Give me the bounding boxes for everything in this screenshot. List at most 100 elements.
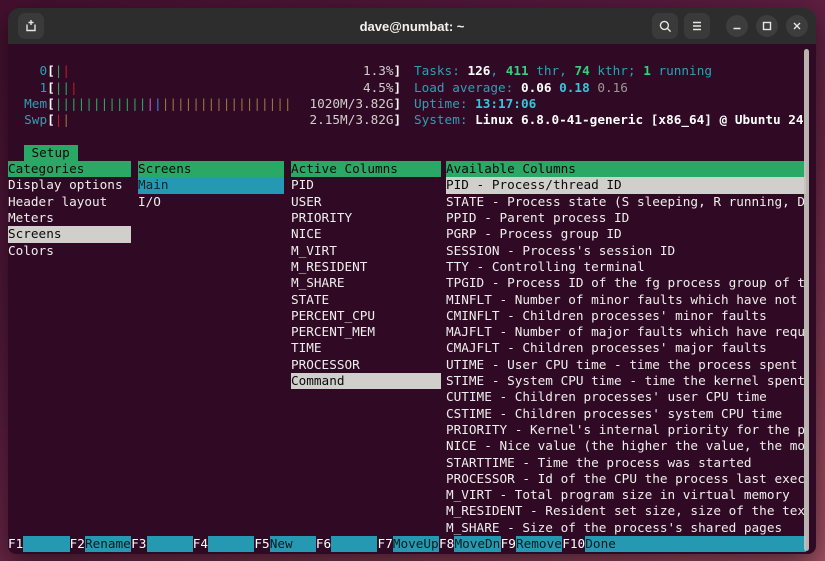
list-item-active-columns[interactable]: PROCESSOR [291, 357, 441, 373]
fnkey-action: MoveDn [454, 536, 501, 553]
fnkey-f10[interactable]: F10 Done [562, 536, 806, 553]
fnkey-action [23, 536, 70, 553]
fnkey-f9[interactable]: F9 Remove [500, 536, 563, 553]
function-key-bar: F1 F2 Rename F3 F4 F5 New F6 F7 MoveUp F8 MoveDn F9 R… [8, 536, 806, 553]
meter-label: Mem [24, 95, 48, 111]
list-item-available-columns[interactable]: MAJFLT - Number of major faults which ha… [446, 324, 806, 340]
list-item-available-columns[interactable]: CUTIME - Children processes' user CPU ti… [446, 389, 806, 405]
list-item-active-columns[interactable]: PERCENT_CPU [291, 308, 441, 324]
fnkey-f1[interactable]: F1 [8, 536, 70, 553]
list-item-active-columns[interactable]: NICE [291, 226, 441, 242]
meter-mem: Mem[||||||||||||||||||||||||||||||| 1020M… [24, 95, 402, 111]
hamburger-menu-icon [693, 21, 701, 31]
list-item-categories[interactable]: Colors [8, 243, 131, 259]
scrollbar[interactable] [804, 49, 809, 551]
list-item-categories[interactable]: Screens [8, 226, 131, 243]
list-item-available-columns[interactable]: PPID - Parent process ID [446, 210, 806, 226]
list-item-available-columns[interactable]: UTIME - User CPU time - time the process… [446, 357, 806, 373]
list-item-active-columns[interactable]: M_RESIDENT [291, 259, 441, 275]
list-item-available-columns[interactable]: PGRP - Process group ID [446, 226, 806, 242]
fnkey-label: F5 [254, 536, 270, 551]
list-item-active-columns[interactable]: M_SHARE [291, 275, 441, 291]
minimize-button[interactable] [726, 15, 748, 37]
panel-header-available-columns: Available Columns [446, 161, 806, 178]
fnkey-label: F9 [500, 536, 516, 551]
menu-button[interactable] [684, 13, 710, 39]
titlebar: dave@numbat: ~ [8, 8, 816, 45]
meter-label: 1 [39, 79, 48, 95]
list-item-available-columns[interactable]: MINFLT - Number of minor faults which ha… [446, 292, 806, 308]
fnkey-action [331, 536, 378, 553]
fnkey-action: Remove [516, 536, 563, 553]
list-item-screens[interactable]: I/O [138, 194, 284, 210]
list-item-available-columns[interactable]: TTY - Controlling terminal [446, 259, 806, 275]
fnkey-f7[interactable]: F7 MoveUp [377, 536, 440, 553]
list-item-available-columns[interactable]: SESSION - Process's session ID [446, 243, 806, 259]
close-button[interactable] [786, 15, 808, 37]
list-item-available-columns[interactable]: M_VIRT - Total program size in virtual m… [446, 487, 806, 503]
search-button[interactable] [652, 13, 678, 39]
list-item-available-columns[interactable]: STIME - System CPU time - time the kerne… [446, 373, 806, 389]
close-icon [793, 22, 801, 30]
meter-value: 4.5% [362, 79, 394, 95]
list-item-available-columns[interactable]: PID - Process/thread ID [446, 177, 806, 194]
list-item-available-columns[interactable]: M_RESIDENT - Resident set size, size of … [446, 503, 806, 519]
list-item-available-columns[interactable]: STATE - Process state (S sleeping, R run… [446, 194, 806, 210]
meter-value: 1020M/3.82G [309, 95, 394, 111]
list-item-available-columns[interactable]: STARTTIME - Time the process was started [446, 455, 806, 471]
meter-bar-ticks: || [54, 63, 71, 79]
panel-header-categories: Categories [8, 161, 131, 178]
fnkey-label: F7 [377, 536, 393, 551]
fnkey-label: F1 [8, 536, 24, 551]
list-item-available-columns[interactable]: CSTIME - Children processes' system CPU … [446, 406, 806, 422]
list-item-active-columns[interactable]: PID [291, 177, 441, 193]
list-item-available-columns[interactable]: CMINFLT - Children processes' minor faul… [446, 308, 806, 324]
fnkey-f4[interactable]: F4 [193, 536, 255, 553]
list-item-categories[interactable]: Display options [8, 177, 131, 193]
tasks-line: Tasks: 126, 411 thr, 74 kthr; 1 running [414, 63, 712, 79]
list-item-categories[interactable]: Meters [8, 210, 131, 226]
terminal-content: 0[|| 1.3%] 1[||| 4.5%] Mem[|||||||||||||||||… [8, 44, 816, 554]
fnkey-label: F6 [315, 536, 332, 551]
search-icon [659, 20, 671, 32]
list-item-active-columns[interactable]: PERCENT_MEM [291, 324, 441, 340]
meter-bar-ticks: || [54, 112, 71, 128]
fnkey-f6[interactable]: F6 [315, 536, 378, 553]
maximize-icon [762, 21, 772, 31]
list-item-active-columns[interactable]: PRIORITY [291, 210, 441, 226]
meter-value: 1.3% [362, 63, 394, 79]
list-item-categories[interactable]: Header layout [8, 194, 131, 210]
list-item-active-columns[interactable]: Command [291, 373, 441, 390]
fnkey-label: F3 [131, 536, 147, 551]
meter-label: 0 [39, 63, 48, 79]
list-item-active-columns[interactable]: M_VIRT [291, 243, 441, 259]
meter-value: 2.15M/3.82G [309, 112, 394, 128]
new-tab-button[interactable] [18, 13, 44, 39]
new-tab-icon [26, 20, 36, 32]
list-item-active-columns[interactable]: USER [291, 194, 441, 210]
fnkey-f5[interactable]: F5 New [254, 536, 316, 553]
fnkey-f8[interactable]: F8 MoveDn [439, 536, 501, 553]
meter-0: 0[|| 1.3%] [24, 63, 401, 79]
list-item-available-columns[interactable]: CMAJFLT - Children processes' major faul… [446, 340, 806, 356]
fnkey-f2[interactable]: F2 Rename [70, 536, 132, 553]
list-item-available-columns[interactable]: PROCESSOR - Id of the CPU the process la… [446, 471, 806, 487]
fnkey-action: Rename [84, 536, 132, 553]
fnkey-label: F8 [439, 536, 455, 551]
panel-header-active-columns: Active Columns [291, 161, 441, 178]
list-item-available-columns[interactable]: M_SHARE - Size of the process's shared p… [446, 520, 806, 536]
list-item-active-columns[interactable]: TIME [291, 340, 441, 356]
list-item-available-columns[interactable]: NICE - Nice value (the higher the value,… [446, 438, 806, 454]
list-item-available-columns[interactable]: TPGID - Process ID of the fg process gro… [446, 275, 806, 291]
fnkey-action [208, 536, 255, 553]
fnkey-label: F10 [562, 536, 586, 551]
list-item-available-columns[interactable]: PRIORITY - Kernel's internal priority fo… [446, 422, 806, 438]
terminal-window: dave@numbat: ~ 0[|| 1.3%] 1[||| 4.5% … [8, 8, 816, 554]
list-item-screens[interactable]: Main [138, 177, 284, 194]
fnkey-f3[interactable]: F3 [131, 536, 193, 553]
setup-tab[interactable]: Setup [23, 144, 78, 162]
maximize-button[interactable] [756, 15, 778, 37]
fnkey-action: New [269, 536, 316, 553]
list-item-active-columns[interactable]: STATE [291, 292, 441, 308]
meter-swp: Swp[|| 2.15M/3.82G] [24, 112, 402, 128]
